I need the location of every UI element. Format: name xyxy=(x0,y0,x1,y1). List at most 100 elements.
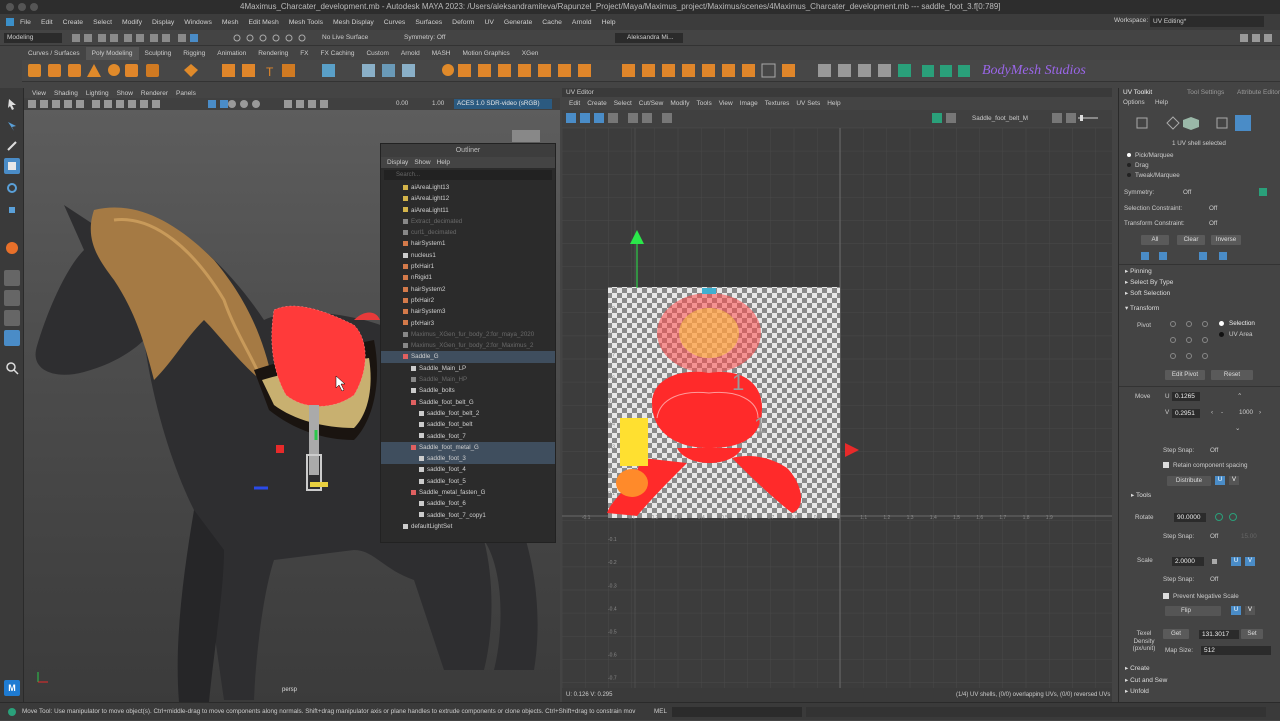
prevent-negative-scale-checkbox[interactable] xyxy=(1163,593,1169,599)
flip-u-button[interactable]: U xyxy=(1231,606,1241,615)
shelf-tab-fx[interactable]: FX xyxy=(294,47,314,60)
menu-create[interactable]: Create xyxy=(63,19,83,26)
last-tool-icon[interactable] xyxy=(4,240,20,256)
move-step-value[interactable]: 1000 xyxy=(1239,409,1253,416)
shelf-tool-icons[interactable]: T xyxy=(22,60,622,82)
outliner-item[interactable]: hairSystem3 xyxy=(381,306,555,317)
uv-menu-create[interactable]: Create xyxy=(587,100,607,107)
distribute-v-button[interactable]: V xyxy=(1229,476,1239,485)
outliner-item[interactable]: Saddle_foot_belt_G xyxy=(381,397,555,408)
tab-attribute-editor[interactable]: Attribute Editor xyxy=(1237,89,1280,96)
uv-menu-cut-sew[interactable]: Cut/Sew xyxy=(639,100,664,107)
move-right-arrow-icon[interactable]: › xyxy=(1259,409,1261,416)
menu-file[interactable]: File xyxy=(20,19,31,26)
search-icon[interactable] xyxy=(4,360,20,376)
section-unfold[interactable]: ▸ Unfold xyxy=(1125,687,1149,695)
outliner-item[interactable]: Saddle_foot_metal_G xyxy=(381,441,555,454)
snap-icons[interactable] xyxy=(232,33,312,43)
select-inverse-button[interactable]: Inverse xyxy=(1211,235,1241,245)
colorspace-dropdown[interactable]: ACES 1.0 SDR-video (sRGB) xyxy=(454,99,552,109)
outliner-item[interactable]: curl1_decimated xyxy=(381,227,555,238)
symmetry-value[interactable]: Off xyxy=(1183,189,1191,196)
move-down-arrow-icon[interactable]: ⌄ xyxy=(1235,425,1240,432)
shelf-tab-rigging[interactable]: Rigging xyxy=(177,47,211,60)
move-left-arrow-icon[interactable]: ‹ xyxy=(1211,409,1213,416)
shelf-tab-sculpting[interactable]: Sculpting xyxy=(139,47,178,60)
uv-menu-uv-sets[interactable]: UV Sets xyxy=(796,100,820,107)
outliner-item[interactable]: saddle_foot_7_copy1 xyxy=(381,510,555,521)
rotate-tool-icon[interactable] xyxy=(4,180,20,196)
shelf-tool-icons-2[interactable] xyxy=(622,60,922,82)
symmetry-status[interactable]: Symmetry: Off xyxy=(404,34,445,41)
select-clear-button[interactable]: Clear xyxy=(1177,235,1205,245)
step-snap-value[interactable]: Off xyxy=(1210,447,1218,454)
texel-set-button[interactable]: Set xyxy=(1241,629,1263,639)
outliner-item[interactable]: Maximus_XGen_fur_body_2:for_maya_2020 xyxy=(381,329,555,340)
toolkit-help-menu[interactable]: Help xyxy=(1155,99,1168,106)
section-cut-and-sew[interactable]: ▸ Cut and Sew xyxy=(1125,676,1167,684)
uv-menu-image[interactable]: Image xyxy=(740,100,758,107)
outliner-item[interactable]: saddle_foot_belt xyxy=(381,419,555,430)
shelf-tab-curves-surfaces[interactable]: Curves / Surfaces xyxy=(22,47,86,60)
menu-display[interactable]: Display xyxy=(152,19,174,26)
outliner-item[interactable]: aiAreaLight13 xyxy=(381,182,555,193)
outliner-item[interactable]: Saddle_bolts xyxy=(381,385,555,396)
section-select-by-type[interactable]: ▸ Select By Type xyxy=(1125,278,1173,286)
panel-toggle-icons[interactable] xyxy=(1240,33,1276,43)
outliner-item[interactable]: saddle_foot_4 xyxy=(381,464,555,475)
flip-button[interactable]: Flip xyxy=(1165,606,1221,616)
scale-tool-icon[interactable] xyxy=(4,202,20,218)
transform-constraint-value[interactable]: Off xyxy=(1209,220,1217,227)
outliner-menu-display[interactable]: Display xyxy=(387,159,408,166)
shelf-tab-animation[interactable]: Animation xyxy=(211,47,252,60)
outliner-item[interactable]: hairSystem2 xyxy=(381,284,555,295)
uv-menu-help[interactable]: Help xyxy=(827,100,840,107)
pick-mode-option[interactable]: Drag xyxy=(1127,162,1180,172)
menu-edit[interactable]: Edit xyxy=(41,19,53,26)
menu-windows[interactable]: Windows xyxy=(184,19,212,26)
zoom-window-button[interactable] xyxy=(30,3,38,11)
layout-uv-icon[interactable] xyxy=(4,330,20,346)
menu-curves[interactable]: Curves xyxy=(384,19,406,26)
rotate-ccw-icon[interactable] xyxy=(1215,513,1223,521)
outliner-item[interactable]: pfxHair2 xyxy=(381,295,555,306)
selection-mode-icons[interactable] xyxy=(70,33,210,43)
outliner-item[interactable]: nucleus1 xyxy=(381,250,555,261)
shelf-tab-fx-caching[interactable]: FX Caching xyxy=(315,47,361,60)
outliner-item[interactable]: defaultLightSet xyxy=(381,521,555,532)
menu-generate[interactable]: Generate xyxy=(504,19,532,26)
outliner-item[interactable]: pfxHair1 xyxy=(381,261,555,272)
scale-lock-icon[interactable] xyxy=(1212,559,1217,564)
menu-modify[interactable]: Modify xyxy=(122,19,142,26)
script-language-label[interactable]: MEL xyxy=(654,703,667,721)
viewport-menu-renderer[interactable]: Renderer xyxy=(141,90,168,97)
retain-spacing-checkbox[interactable] xyxy=(1163,462,1169,468)
workspace-dropdown[interactable]: UV Editing* xyxy=(1150,16,1264,27)
pick-mode-option[interactable]: Pick/Marquee xyxy=(1127,152,1180,162)
selection-constraint-value[interactable]: Off xyxy=(1209,205,1217,212)
outliner-item[interactable]: pfxHair3 xyxy=(381,318,555,329)
outliner-item[interactable]: Saddle_G xyxy=(381,351,555,363)
rotate-step-snap-value[interactable]: Off xyxy=(1210,533,1218,540)
menu-uv[interactable]: UV xyxy=(484,19,493,26)
uv-menu-edit[interactable]: Edit xyxy=(569,100,580,107)
uv-texture-toggle-icons[interactable] xyxy=(932,113,962,124)
menu-edit-mesh[interactable]: Edit Mesh xyxy=(249,19,279,26)
outliner-item[interactable]: hairSystem1 xyxy=(381,238,555,249)
outliner-menu-help[interactable]: Help xyxy=(437,159,450,166)
viewport-menu-shading[interactable]: Shading xyxy=(54,90,78,97)
menu-mesh[interactable]: Mesh xyxy=(222,19,239,26)
menu-deform[interactable]: Deform xyxy=(452,19,474,26)
rotate-cw-icon[interactable] xyxy=(1229,513,1237,521)
move-u-field[interactable]: 0.1265 xyxy=(1172,392,1200,401)
gamma-value[interactable]: 1.00 xyxy=(432,100,444,107)
scale-step-snap-value[interactable]: Off xyxy=(1210,576,1218,583)
mode-dropdown[interactable]: Modeling xyxy=(4,33,62,43)
outliner-item[interactable]: Extract_decimated xyxy=(381,216,555,227)
move-tool-icon[interactable] xyxy=(4,158,20,174)
select-all-button[interactable]: All xyxy=(1141,235,1169,245)
minimize-window-button[interactable] xyxy=(18,3,26,11)
pick-mode-option[interactable]: Tweak/Marquee xyxy=(1127,172,1180,182)
uv-menu-select[interactable]: Select xyxy=(614,100,632,107)
symmetry-toggle-icon[interactable] xyxy=(1259,188,1267,196)
